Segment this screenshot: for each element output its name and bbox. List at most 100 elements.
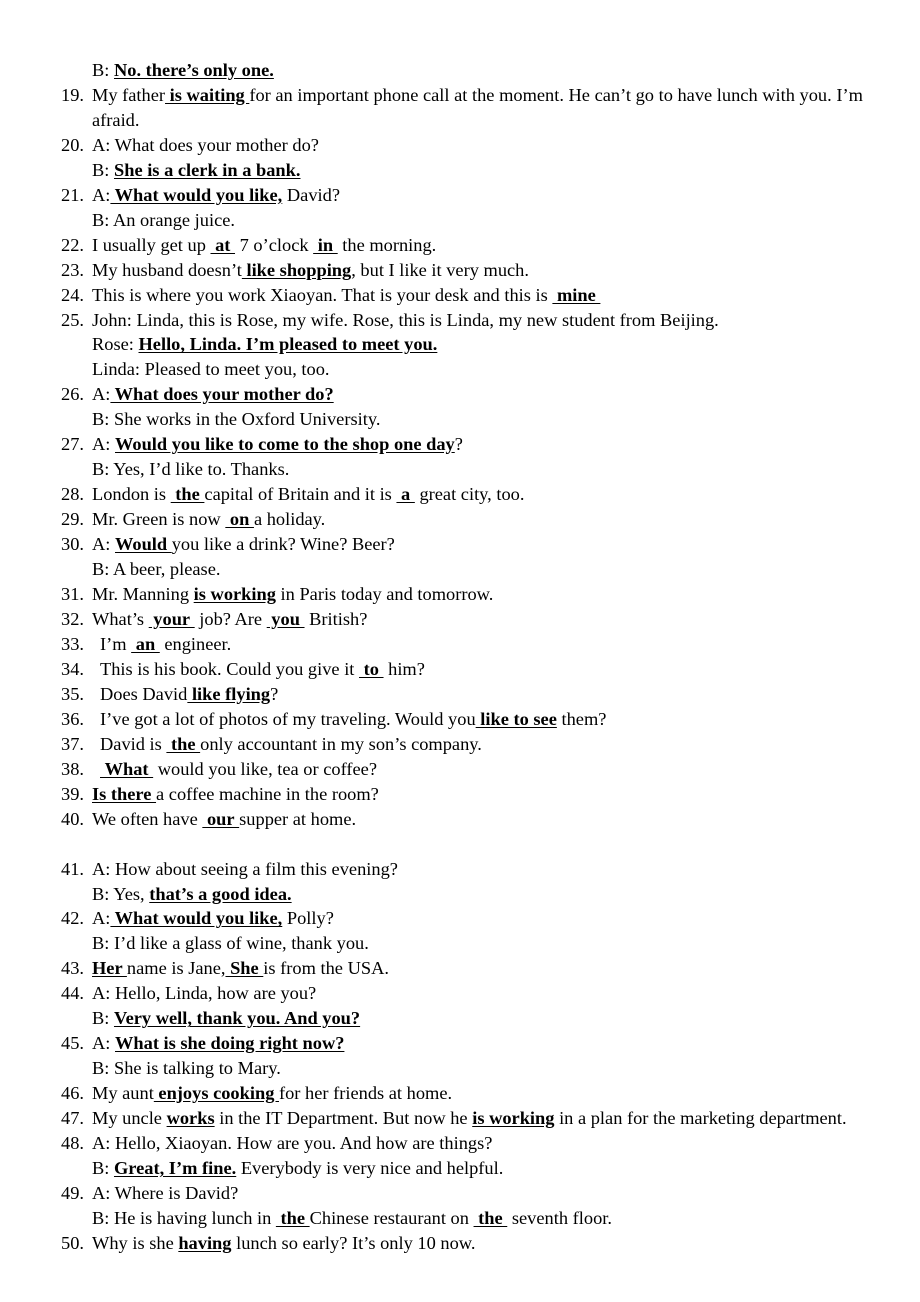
answer-fill: She bbox=[225, 958, 264, 979]
sentence-text: A: bbox=[92, 908, 111, 929]
exercise-item: 38. What would you like, tea or coffee? bbox=[40, 757, 880, 782]
sentence-text: Chinese restaurant on bbox=[309, 1207, 474, 1228]
exercise-item: 32. What’s your job? Are you British? bbox=[40, 607, 880, 632]
answer-fill: enjoys cooking bbox=[153, 1083, 279, 1104]
exercise-item: 22. I usually get up at 7 o’clock in the … bbox=[40, 233, 880, 258]
item-number: 46. bbox=[61, 1083, 84, 1104]
exercise-item: 44. A: Hello, Linda, how are you? B: Very … bbox=[40, 981, 880, 1031]
answer-fill: Is there bbox=[92, 783, 157, 804]
sentence-text: a coffee machine in the room? bbox=[156, 783, 379, 804]
item-first-line: A: Hello, Linda, how are you? bbox=[92, 981, 880, 1006]
item-continuation-line: B: I’d like a glass of wine, thank you. bbox=[92, 931, 880, 956]
answer-fill: She is a clerk in a bank. bbox=[113, 159, 301, 180]
sentence-text: B: Yes, bbox=[92, 883, 150, 904]
speaker-label: B: bbox=[92, 60, 114, 80]
sentence-text: a holiday. bbox=[253, 509, 326, 530]
item-number: 33. bbox=[61, 633, 84, 654]
sentence-text: A: bbox=[92, 1033, 115, 1054]
answer-fill: Her bbox=[92, 958, 127, 979]
item-first-line: I usually get up at 7 o’clock in the mor… bbox=[92, 233, 880, 258]
item-number: 47. bbox=[61, 1108, 84, 1129]
answer-fill: Would bbox=[115, 534, 172, 555]
sentence-text: My aunt bbox=[92, 1083, 154, 1104]
sentence-text: A: Hello, Linda, how are you? bbox=[92, 983, 317, 1004]
sentence-text: I usually get up bbox=[92, 234, 211, 255]
sentence-text: only accountant in my son’s company. bbox=[200, 733, 482, 754]
answer-fill: like flying bbox=[187, 683, 271, 704]
item-number: 21. bbox=[61, 184, 84, 205]
answer-fill: What would you like, bbox=[110, 908, 283, 929]
exercise-item: 48. A: Hello, Xiaoyan. How are you. And h… bbox=[40, 1131, 880, 1181]
sentence-text: A: What does your mother do? bbox=[92, 134, 319, 155]
item-number: 43. bbox=[61, 958, 84, 979]
item-number: 44. bbox=[61, 983, 84, 1004]
sentence-text: Why is she bbox=[92, 1232, 179, 1253]
sentence-text: Mr. Green is now bbox=[92, 509, 226, 530]
exercise-item: 33. I’m an engineer. bbox=[40, 632, 880, 657]
sentence-text: B: He is having lunch in bbox=[92, 1207, 276, 1228]
sentence-text: What’s bbox=[92, 608, 149, 629]
sentence-text: B: I’d like a glass of wine, thank you. bbox=[92, 933, 369, 954]
item-first-line: A: What would you like, Polly? bbox=[92, 906, 880, 931]
item-first-line: Mr. Green is now on a holiday. bbox=[92, 507, 880, 532]
sentence-text: is from the USA. bbox=[263, 958, 389, 979]
item-continuation-line: B: She works in the Oxford University. bbox=[92, 407, 880, 432]
item-number: 48. bbox=[61, 1133, 84, 1154]
sentence-text: B: Yes, I’d like to. Thanks. bbox=[92, 459, 290, 480]
item-first-line: My uncle works in the IT Department. But… bbox=[92, 1106, 880, 1131]
document-page: B: No. there’s only one. 19. My father is … bbox=[0, 0, 920, 1302]
answer-fill: What would you like, bbox=[110, 184, 283, 205]
sentence-text: engineer. bbox=[159, 633, 232, 654]
exercise-item: 46. My aunt enjoys cooking for her friend… bbox=[40, 1081, 880, 1106]
exercise-item: 47. My uncle works in the IT Department. … bbox=[40, 1106, 880, 1131]
item-number: 27. bbox=[61, 434, 84, 455]
item-continuation-line: B: Yes, I’d like to. Thanks. bbox=[92, 457, 880, 482]
sentence-text: David? bbox=[282, 184, 340, 205]
item-first-line: A: Where is David? bbox=[92, 1181, 880, 1206]
answer-fill: is working bbox=[472, 1108, 555, 1129]
item-number: 37. bbox=[61, 733, 84, 754]
exercise-item: 49. A: Where is David? B: He is having lun… bbox=[40, 1181, 880, 1231]
sentence-text: them? bbox=[556, 708, 607, 729]
sentence-text: him? bbox=[383, 658, 425, 679]
item-first-line: A: Hello, Xiaoyan. How are you. And how … bbox=[92, 1131, 880, 1156]
sentence-text: ? bbox=[454, 434, 463, 455]
sentence-text: B: An orange juice. bbox=[92, 209, 236, 230]
answer-fill: that’s a good idea. bbox=[149, 883, 292, 904]
answer-fill: Great, I’m fine. bbox=[113, 1157, 237, 1178]
item-number: 41. bbox=[61, 858, 84, 879]
item-first-line: A: What would you like, David? bbox=[92, 183, 880, 208]
answer-fill: the bbox=[170, 484, 205, 505]
exercise-item: 21. A: What would you like, David? B: An o… bbox=[40, 183, 880, 233]
sentence-text: I’ve got a lot of photos of my traveling… bbox=[100, 708, 476, 729]
answer-fill: Hello, Linda. I’m pleased to meet you. bbox=[138, 334, 438, 355]
item-number: 24. bbox=[61, 284, 84, 305]
item-first-line: A: How about seeing a film this evening? bbox=[92, 857, 880, 882]
item-number: 25. bbox=[61, 309, 84, 330]
answer-fill: like to see bbox=[475, 708, 557, 729]
sentence-text: B: She works in the Oxford University. bbox=[92, 409, 381, 430]
sentence-text: I’m bbox=[100, 633, 132, 654]
sentence-text: seventh floor. bbox=[507, 1207, 612, 1228]
item-number: 38. bbox=[61, 758, 84, 779]
answer-fill: on bbox=[225, 509, 254, 530]
sentence-text: lunch so early? It’s only 10 now. bbox=[231, 1232, 476, 1253]
answer-fill: the bbox=[166, 733, 201, 754]
item-first-line: My father is waiting for an important ph… bbox=[92, 83, 880, 133]
exercise-list: B: No. there’s only one. 19. My father is … bbox=[40, 58, 880, 1256]
item-number: 39. bbox=[61, 783, 84, 804]
exercise-item: 27. A: Would you like to come to the shop… bbox=[40, 432, 880, 482]
item-first-line: Is there a coffee machine in the room? bbox=[92, 782, 880, 807]
sentence-text: name is Jane, bbox=[126, 958, 226, 979]
sentence-text: 7 o’clock bbox=[235, 234, 314, 255]
item-continuation-line: Rose: Hello, Linda. I’m pleased to meet … bbox=[92, 332, 880, 357]
exercise-item: 37. David is the only accountant in my so… bbox=[40, 732, 880, 757]
sentence-text: supper at home. bbox=[239, 808, 357, 829]
answer-fill: What does your mother do? bbox=[110, 384, 334, 405]
answer-fill: the bbox=[275, 1207, 310, 1228]
answer-fill: you bbox=[266, 608, 305, 629]
item-number: 40. bbox=[61, 808, 84, 829]
item-continuation-line: B: A beer, please. bbox=[92, 557, 880, 582]
exercise-item: 31. Mr. Manning is working in Paris today… bbox=[40, 582, 880, 607]
